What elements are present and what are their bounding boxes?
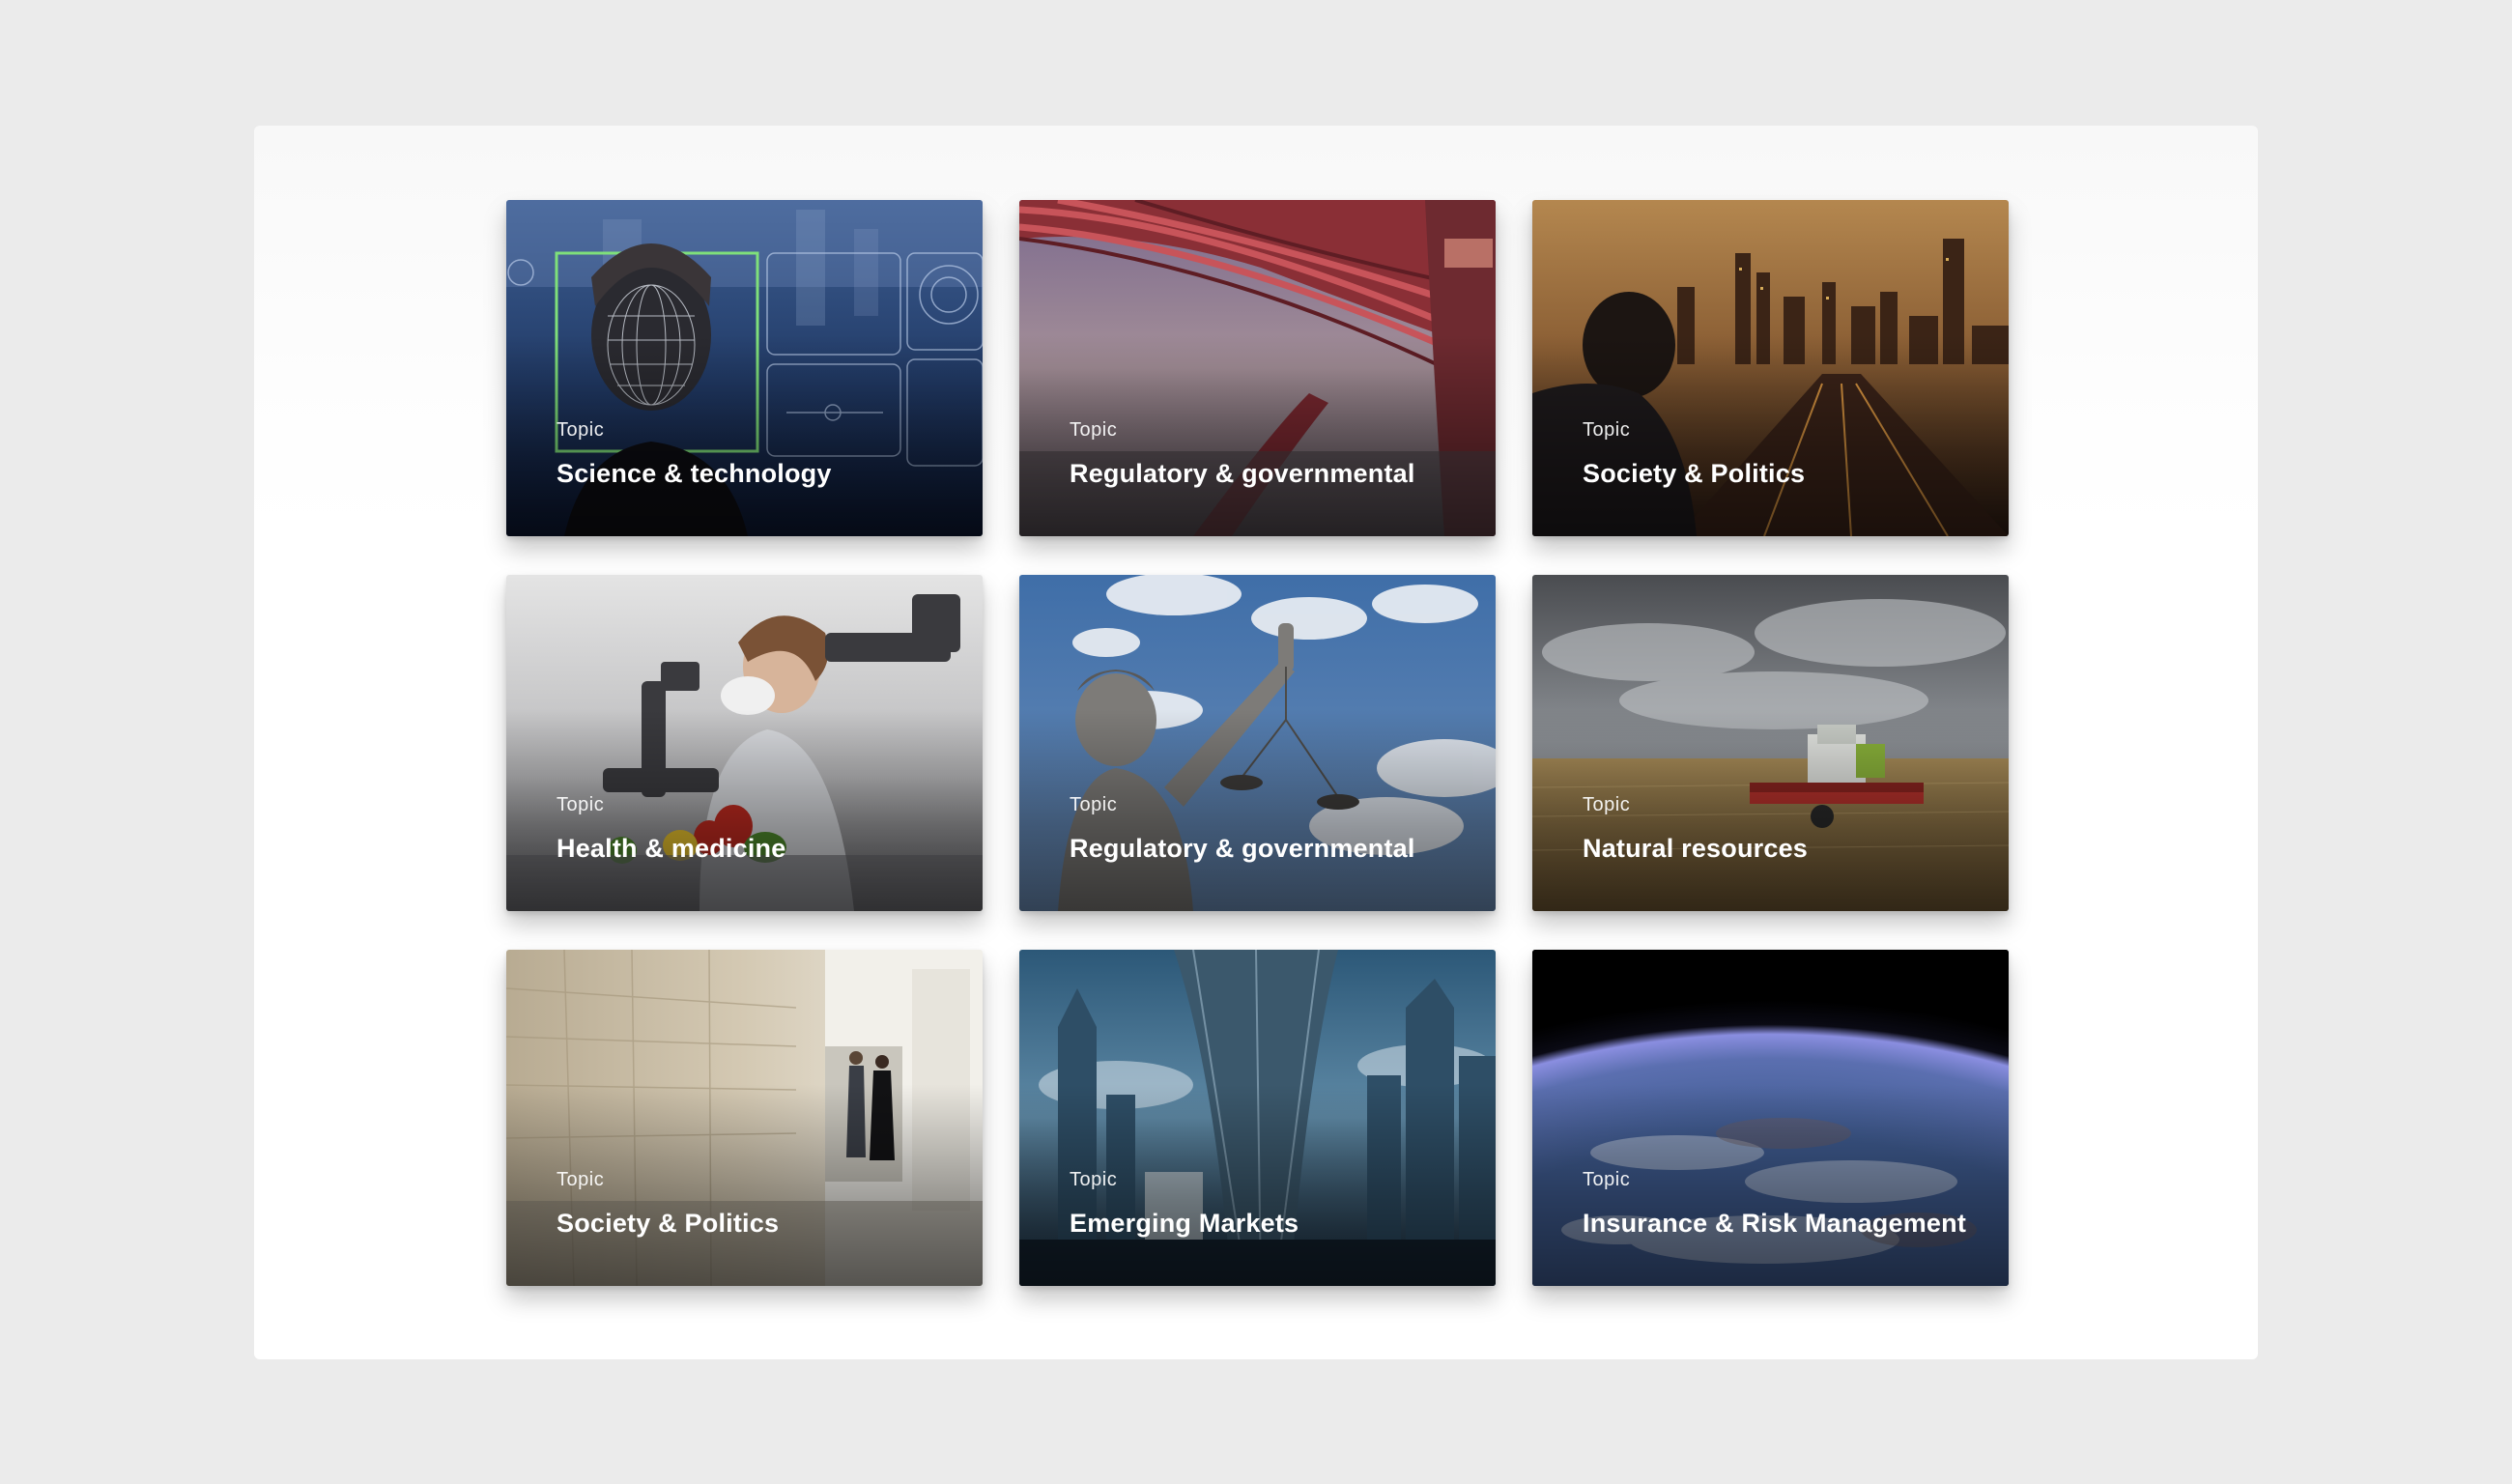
card-title: Society & Politics <box>557 1209 780 1238</box>
card-eyebrow: Topic <box>557 1169 605 1190</box>
card-title: Society & Politics <box>1583 459 1806 488</box>
topic-card-health-medicine[interactable]: Topic Health & medicine <box>506 575 983 911</box>
topic-grid: Topic Science & technology Topic Regulat… <box>506 200 2009 1286</box>
card-eyebrow: Topic <box>1583 419 1631 441</box>
topic-card-science-technology[interactable]: Topic Science & technology <box>506 200 983 536</box>
topic-card-emerging-markets[interactable]: Topic Emerging Markets <box>1019 950 1496 1286</box>
card-title: Science & technology <box>557 459 832 488</box>
card-eyebrow: Topic <box>1070 1169 1118 1190</box>
card-title: Emerging Markets <box>1070 1209 1299 1238</box>
topic-card-regulatory-governmental[interactable]: Topic Regulatory & governmental <box>1019 200 1496 536</box>
card-eyebrow: Topic <box>1070 419 1118 441</box>
card-eyebrow: Topic <box>1583 1169 1631 1190</box>
card-title: Regulatory & governmental <box>1070 459 1415 488</box>
card-eyebrow: Topic <box>557 419 605 441</box>
card-eyebrow: Topic <box>557 794 605 815</box>
card-eyebrow: Topic <box>1070 794 1118 815</box>
topic-card-insurance-risk-management[interactable]: Topic Insurance & Risk Management <box>1532 950 2009 1286</box>
topic-card-regulatory-governmental-justice[interactable]: Topic Regulatory & governmental <box>1019 575 1496 911</box>
topic-card-society-politics[interactable]: Topic Society & Politics <box>1532 200 2009 536</box>
card-title: Insurance & Risk Management <box>1583 1209 1967 1238</box>
card-title: Health & medicine <box>557 834 786 863</box>
card-title: Regulatory & governmental <box>1070 834 1415 863</box>
topic-card-natural-resources[interactable]: Topic Natural resources <box>1532 575 2009 911</box>
card-eyebrow: Topic <box>1583 794 1631 815</box>
card-title: Natural resources <box>1583 834 1809 863</box>
topic-card-society-politics-hallway[interactable]: Topic Society & Politics <box>506 950 983 1286</box>
